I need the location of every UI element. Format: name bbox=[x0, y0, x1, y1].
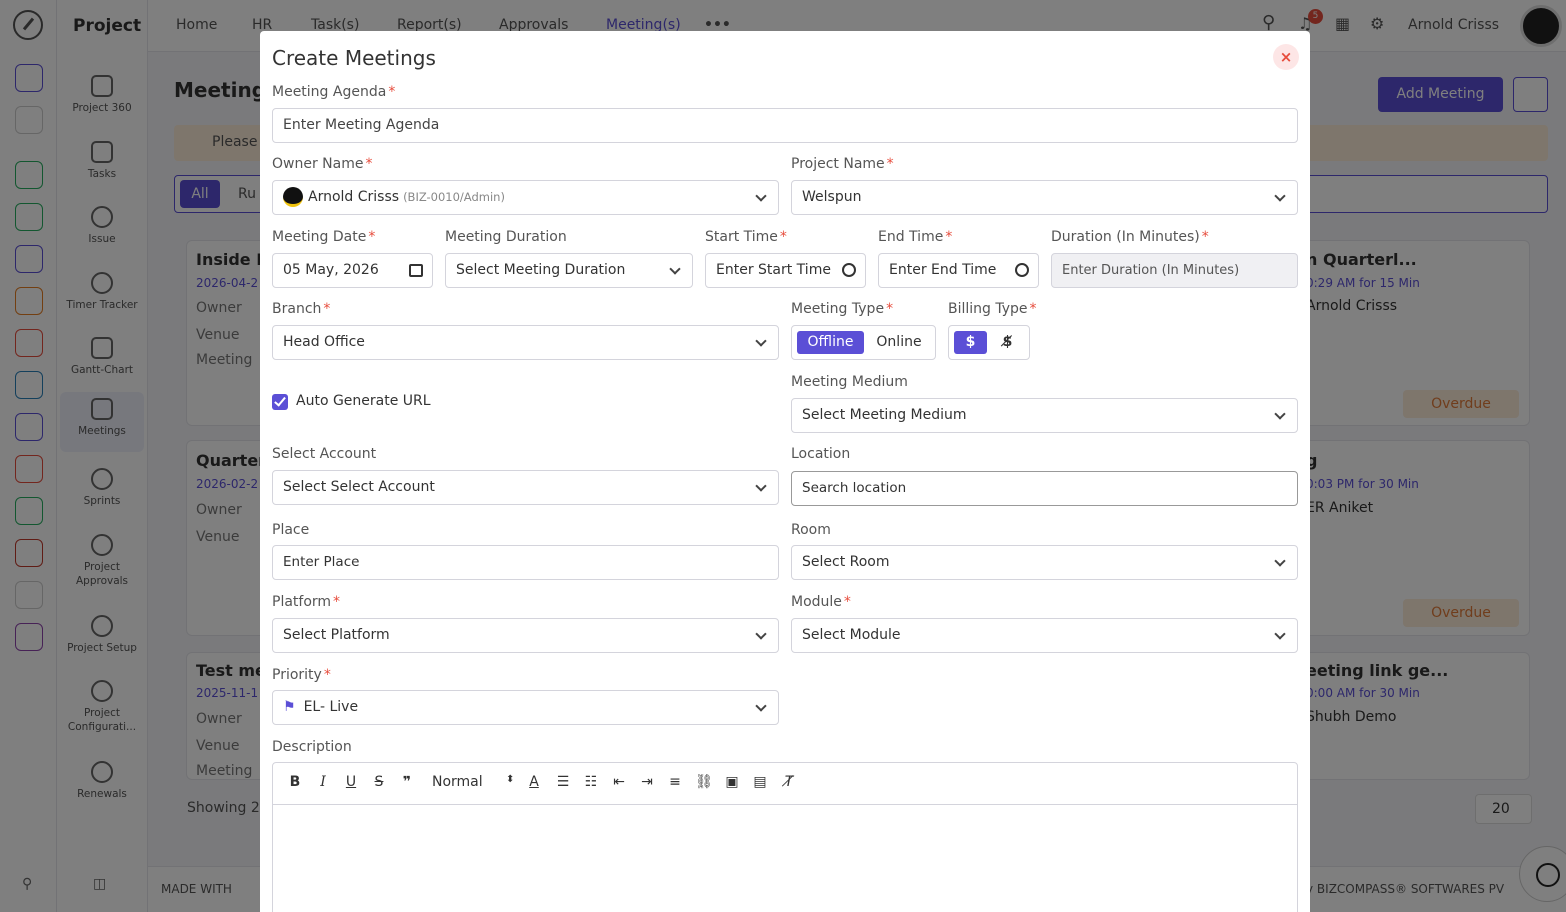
format-arrows-icon[interactable]: ⬍ bbox=[506, 774, 514, 785]
billable-dollar-icon[interactable]: $ bbox=[954, 331, 987, 354]
flag-icon: ⚑ bbox=[283, 699, 296, 715]
italic-icon[interactable]: I bbox=[314, 774, 332, 790]
indent-icon[interactable]: ⇥ bbox=[638, 774, 656, 790]
duration-minutes-label: Duration (In Minutes) * bbox=[1051, 229, 1209, 245]
video-icon[interactable]: ▤ bbox=[751, 774, 769, 790]
module-select[interactable]: Select Module bbox=[791, 618, 1298, 653]
room-label: Room bbox=[791, 522, 831, 538]
bold-icon[interactable]: B bbox=[286, 774, 304, 790]
format-select[interactable]: Normal bbox=[432, 774, 483, 790]
date-input[interactable]: 05 May, 2026 bbox=[272, 253, 433, 288]
chevron-down-icon bbox=[1274, 628, 1286, 640]
strikethrough-icon[interactable]: S bbox=[370, 774, 388, 790]
link-icon[interactable]: ⛓ bbox=[695, 774, 713, 790]
chevron-down-icon bbox=[755, 700, 767, 712]
image-icon[interactable]: ▣ bbox=[723, 774, 741, 790]
close-icon[interactable]: × bbox=[1273, 44, 1299, 70]
branch-select[interactable]: Head Office bbox=[272, 325, 779, 360]
owner-avatar bbox=[283, 187, 303, 207]
clock-icon bbox=[842, 263, 856, 277]
owner-select[interactable]: Arnold Crisss (BIZ-0010/Admin) bbox=[272, 180, 779, 215]
chevron-down-icon bbox=[755, 480, 767, 492]
non-billable-dollar-icon[interactable]: $̸ bbox=[991, 331, 1024, 354]
medium-label: Meeting Medium bbox=[791, 374, 908, 390]
outdent-icon[interactable]: ⇤ bbox=[610, 774, 628, 790]
account-label: Select Account bbox=[272, 446, 377, 462]
chevron-down-icon bbox=[755, 628, 767, 640]
editor-toolbar: B I U S ❞ Normal ⬍ A ☰ ☷ ⇤ ⇥ ≡ ⛓ ▣ ▤ T̸ bbox=[273, 763, 1297, 805]
end-time-input[interactable]: Enter End Time bbox=[878, 253, 1039, 288]
branch-label: Branch * bbox=[272, 301, 331, 317]
chevron-down-icon bbox=[755, 335, 767, 347]
bullet-list-icon[interactable]: ☷ bbox=[582, 774, 600, 790]
ordered-list-icon[interactable]: ☰ bbox=[554, 774, 572, 790]
chevron-down-icon bbox=[755, 190, 767, 202]
meeting-type-online[interactable]: Online bbox=[870, 331, 928, 354]
clock-icon bbox=[1015, 263, 1029, 277]
module-label: Module * bbox=[791, 594, 851, 610]
chevron-down-icon bbox=[1274, 408, 1286, 420]
auto-url-checkbox[interactable] bbox=[272, 394, 288, 410]
platform-select[interactable]: Select Platform bbox=[272, 618, 779, 653]
date-label: Meeting Date * bbox=[272, 229, 376, 245]
place-label: Place bbox=[272, 522, 310, 538]
blockquote-icon[interactable]: ❞ bbox=[398, 774, 416, 790]
end-time-label: End Time * bbox=[878, 229, 953, 245]
chevron-down-icon bbox=[669, 263, 681, 275]
agenda-input[interactable]: Enter Meeting Agenda bbox=[272, 108, 1298, 143]
meeting-type-offline[interactable]: Offline bbox=[797, 331, 864, 354]
room-select[interactable]: Select Room bbox=[791, 545, 1298, 580]
create-meeting-modal: Create Meetings × Meeting Agenda * Enter … bbox=[260, 31, 1310, 912]
project-select[interactable]: Welspun bbox=[791, 180, 1298, 215]
location-input[interactable]: Search location bbox=[791, 471, 1298, 506]
meeting-type-toggle: Offline Online bbox=[791, 325, 936, 360]
description-label: Description bbox=[272, 739, 352, 755]
priority-label: Priority * bbox=[272, 667, 331, 683]
agenda-label: Meeting Agenda * bbox=[272, 84, 396, 100]
duration-select[interactable]: Select Meeting Duration bbox=[445, 253, 693, 288]
location-label: Location bbox=[791, 446, 851, 462]
owner-label: Owner Name * bbox=[272, 156, 373, 172]
account-select[interactable]: Select Select Account bbox=[272, 470, 779, 505]
underline-icon[interactable]: U bbox=[342, 774, 360, 790]
start-time-input[interactable]: Enter Start Time bbox=[705, 253, 866, 288]
billing-type-label: Billing Type * bbox=[948, 301, 1037, 317]
modal-title: Create Meetings bbox=[272, 46, 436, 70]
align-icon[interactable]: ≡ bbox=[666, 774, 684, 790]
meeting-type-label: Meeting Type * bbox=[791, 301, 894, 317]
project-label: Project Name * bbox=[791, 156, 894, 172]
medium-select[interactable]: Select Meeting Medium bbox=[791, 398, 1298, 433]
auto-url-label: Auto Generate URL bbox=[296, 393, 431, 409]
duration-select-label: Meeting Duration bbox=[445, 229, 567, 245]
description-editor[interactable]: B I U S ❞ Normal ⬍ A ☰ ☷ ⇤ ⇥ ≡ ⛓ ▣ ▤ T̸ bbox=[272, 762, 1298, 912]
start-time-label: Start Time * bbox=[705, 229, 787, 245]
place-input[interactable]: Enter Place bbox=[272, 545, 779, 580]
duration-minutes-input[interactable]: Enter Duration (In Minutes) bbox=[1051, 253, 1298, 288]
clear-format-icon[interactable]: T̸ bbox=[780, 774, 798, 790]
calendar-icon bbox=[409, 264, 423, 277]
text-color-icon[interactable]: A bbox=[525, 774, 543, 790]
priority-select[interactable]: ⚑ EL- Live bbox=[272, 690, 779, 725]
billing-type-toggle: $ $̸ bbox=[948, 325, 1030, 360]
chevron-down-icon bbox=[1274, 555, 1286, 567]
platform-label: Platform * bbox=[272, 594, 341, 610]
chevron-down-icon bbox=[1274, 190, 1286, 202]
